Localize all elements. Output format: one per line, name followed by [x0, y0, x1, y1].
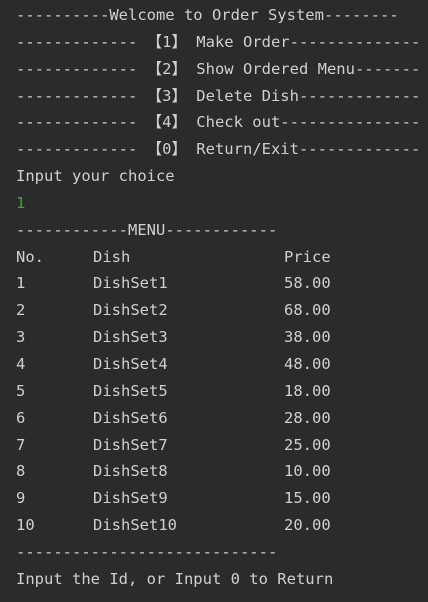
row-no: 4 — [16, 354, 26, 373]
row-price: 20.00 — [284, 516, 331, 535]
row-no: 3 — [16, 328, 26, 347]
option-show-ordered-menu: ------------- 【2】 Show Ordered Menu-----… — [16, 59, 421, 78]
row-price: 15.00 — [284, 489, 331, 508]
row-dish: DishSet1 — [93, 274, 168, 293]
row-price: 28.00 — [284, 408, 331, 427]
row-price: 10.00 — [284, 462, 331, 481]
user-input-echo: 1 — [16, 193, 26, 212]
table-row: 10 DishSet10 20.00 — [16, 512, 428, 539]
row-no: 2 — [16, 301, 26, 320]
menu-header: ------------MENU------------ — [16, 220, 278, 239]
row-no: 9 — [16, 489, 26, 508]
row-no: 7 — [16, 435, 26, 454]
row-dish: DishSet2 — [93, 301, 168, 320]
id-prompt: Input the Id, or Input 0 to Return — [16, 569, 334, 588]
row-dish: DishSet6 — [93, 408, 168, 427]
table-row: 7 DishSet7 25.00 — [16, 432, 428, 459]
row-price: 18.00 — [284, 381, 331, 400]
table-row: 3 DishSet3 38.00 — [16, 324, 428, 351]
table-row: 4 DishSet4 48.00 — [16, 351, 428, 378]
table-header: No. Dish Price — [16, 244, 428, 271]
table-row: 9 DishSet9 15.00 — [16, 485, 428, 512]
row-no: 6 — [16, 408, 26, 427]
table-row: 5 DishSet5 18.00 — [16, 378, 428, 405]
choice-prompt: Input your choice — [16, 167, 175, 186]
option-make-order: ------------- 【1】 Make Order------------… — [16, 32, 421, 51]
column-header-price: Price — [284, 247, 331, 266]
row-dish: DishSet10 — [93, 516, 177, 535]
option-return-exit: ------------- 【0】 Return/Exit-----------… — [16, 140, 421, 159]
console-output[interactable]: ----------Welcome to Order System-------… — [16, 2, 428, 593]
row-price: 68.00 — [284, 301, 331, 320]
option-delete-dish: ------------- 【3】 Delete Dish-----------… — [16, 86, 421, 105]
option-check-out: ------------- 【4】 Check out-------------… — [16, 113, 421, 132]
row-price: 58.00 — [284, 274, 331, 293]
row-price: 25.00 — [284, 435, 331, 454]
row-dish: DishSet8 — [93, 462, 168, 481]
row-dish: DishSet5 — [93, 381, 168, 400]
row-no: 8 — [16, 462, 26, 481]
row-dish: DishSet4 — [93, 354, 168, 373]
column-header-no: No. — [16, 247, 44, 266]
row-dish: DishSet7 — [93, 435, 168, 454]
welcome-header: ----------Welcome to Order System-------… — [16, 6, 399, 24]
table-row: 1 DishSet1 58.00 — [16, 270, 428, 297]
row-dish: DishSet3 — [93, 328, 168, 347]
column-header-dish: Dish — [93, 247, 131, 266]
row-no: 1 — [16, 274, 26, 293]
menu-footer: ---------------------------- — [16, 542, 278, 561]
table-row: 6 DishSet6 28.00 — [16, 405, 428, 432]
row-dish: DishSet9 — [93, 489, 168, 508]
row-price: 38.00 — [284, 328, 331, 347]
row-price: 48.00 — [284, 354, 331, 373]
table-row: 8 DishSet8 10.00 — [16, 458, 428, 485]
row-no: 10 — [16, 516, 35, 535]
row-no: 5 — [16, 381, 26, 400]
table-row: 2 DishSet2 68.00 — [16, 297, 428, 324]
